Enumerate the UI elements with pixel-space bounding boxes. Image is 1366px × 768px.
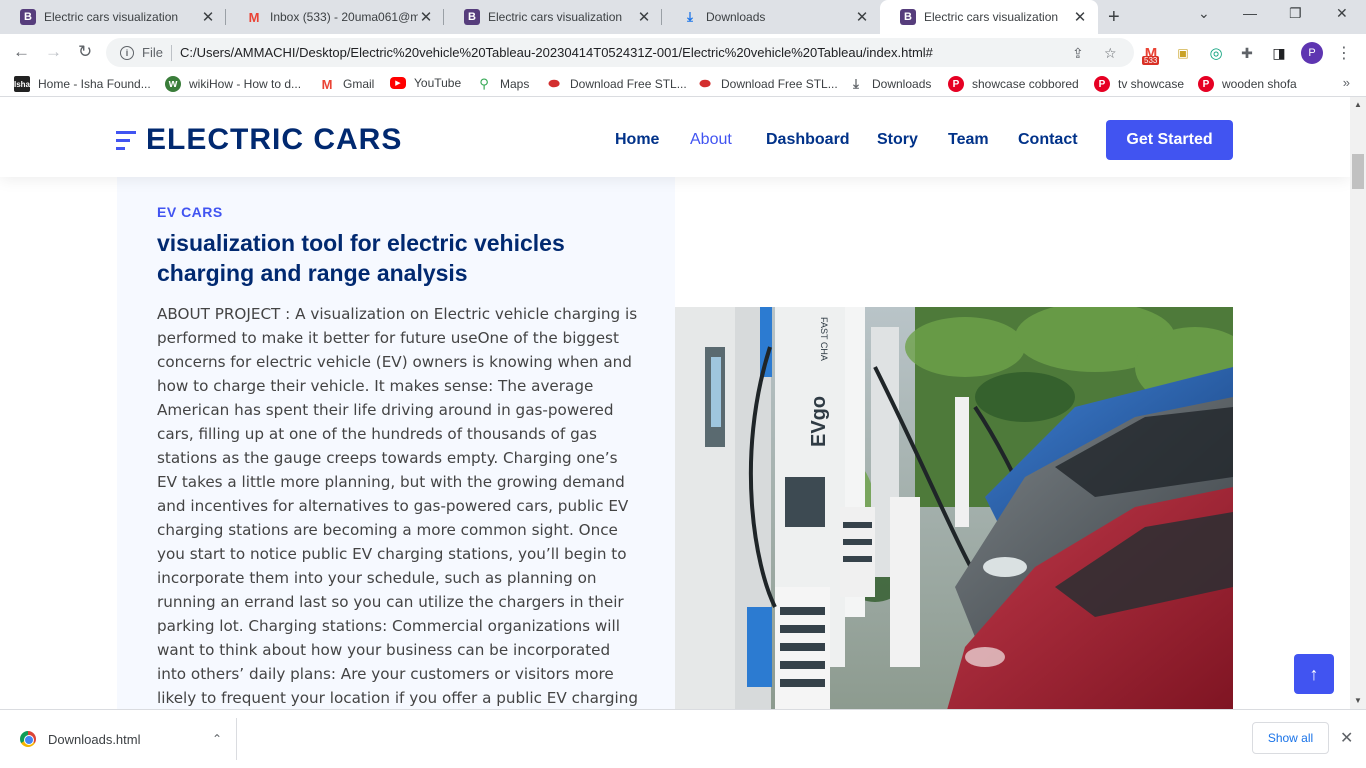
logo-mark-icon [116, 127, 138, 153]
site-logo[interactable]: ELECTRIC CARS [116, 123, 402, 157]
tab-title: Electric cars visualization [924, 10, 1059, 24]
pinterest-icon: P [948, 76, 964, 92]
menu-icon[interactable]: ⋮ [1334, 43, 1354, 63]
section-tag: EV CARS [157, 204, 223, 220]
side-panel-icon[interactable]: ◨ [1269, 43, 1289, 63]
wikihow-icon: w [165, 76, 181, 92]
bookmark-stl-2[interactable]: ⬬ Download Free STL... [697, 76, 837, 92]
download-icon: ⤓ [687, 9, 693, 24]
stl-icon: ⬬ [699, 76, 711, 91]
gmail-icon: M [321, 76, 333, 92]
restore-icon[interactable]: ❐ [1289, 5, 1302, 22]
close-icon[interactable]: ✕ [636, 8, 652, 26]
site-header: ELECTRIC CARS Home About Dashboard Story… [0, 97, 1350, 177]
isha-icon: Isha [14, 76, 30, 92]
chevron-right-icon[interactable]: » [1343, 75, 1350, 90]
youtube-icon: ▶ [390, 77, 406, 89]
tab-strip: B Electric cars visualization ✕ M Inbox … [0, 0, 1366, 34]
reload-icon[interactable]: ↻ [78, 42, 92, 62]
stl-icon: ⬬ [548, 76, 560, 91]
url-text[interactable]: C:/Users/AMMACHI/Desktop/Electric%20vehi… [180, 45, 933, 60]
share-icon[interactable]: ⇪ [1072, 45, 1084, 62]
ev-charging-illustration: EVgo FAST CHA [675, 307, 1233, 709]
bootstrap-icon: B [20, 9, 36, 25]
get-started-button[interactable]: Get Started [1106, 120, 1233, 160]
web-page: ELECTRIC CARS Home About Dashboard Story… [0, 97, 1350, 709]
bookmark-showcase[interactable]: P showcase cobbored [948, 76, 1079, 92]
minimize-icon[interactable]: — [1243, 5, 1257, 21]
avatar[interactable]: P [1301, 42, 1323, 64]
tab-title: Downloads [706, 10, 766, 24]
download-icon: ⤓ [853, 76, 859, 91]
browser-toolbar: ← → ↻ i File C:/Users/AMMACHI/Desktop/El… [0, 34, 1366, 71]
download-shelf: Downloads.html ⌃ Show all ✕ [0, 709, 1366, 768]
bookmark-youtube[interactable]: ▶ YouTube [390, 76, 461, 90]
close-icon[interactable]: ✕ [418, 8, 434, 26]
back-icon[interactable]: ← [13, 42, 30, 62]
close-icon[interactable]: ✕ [200, 8, 216, 26]
bookmark-stl-1[interactable]: ⬬ Download Free STL... [546, 76, 686, 92]
bookmark-wikihow[interactable]: w wikiHow - How to d... [165, 76, 301, 92]
info-icon[interactable]: i [120, 45, 134, 60]
show-all-button[interactable]: Show all [1252, 722, 1329, 754]
bookmark-maps[interactable]: ⚲ Maps [476, 76, 529, 92]
bookmark-downloads[interactable]: ⤓ Downloads [848, 76, 931, 92]
new-tab-icon[interactable]: + [1108, 6, 1120, 29]
scroll-down-arrow-icon[interactable]: ▼ [1354, 696, 1362, 705]
chevron-up-icon[interactable]: ⌃ [212, 732, 222, 746]
download-filename: Downloads.html [48, 731, 141, 747]
bookmark-isha[interactable]: Isha Home - Isha Found... [14, 76, 151, 92]
arrow-up-icon: ↑ [1309, 663, 1319, 684]
nav-contact[interactable]: Contact [1018, 131, 1078, 149]
fast-charge-text: FAST CHA [819, 317, 829, 361]
scrollbar-thumb[interactable] [1352, 154, 1364, 189]
pinterest-icon: P [1094, 76, 1110, 92]
about-heading: visualization tool for electric vehicles… [157, 230, 565, 286]
nav-about[interactable]: About [690, 131, 732, 149]
tab-title: Inbox (533) - 20uma061@ms [270, 10, 418, 24]
tab-title: Electric cars visualization [488, 10, 623, 24]
chrome-icon [20, 731, 36, 747]
tab-title: Electric cars visualization [44, 10, 179, 24]
forward-icon[interactable]: → [45, 42, 62, 62]
tab-3[interactable]: B Electric cars visualization ✕ [444, 0, 662, 34]
tab-4[interactable]: ⤓ Downloads ✕ [662, 0, 880, 34]
bootstrap-icon: B [900, 9, 916, 25]
gmail-icon: M [248, 9, 260, 25]
nav-story[interactable]: Story [877, 131, 918, 149]
pinterest-icon: P [1198, 76, 1214, 92]
bootstrap-icon: B [464, 9, 480, 25]
nav-home[interactable]: Home [615, 131, 659, 149]
close-window-icon[interactable]: ✕ [1336, 5, 1348, 22]
tab-1[interactable]: B Electric cars visualization ✕ [0, 0, 226, 34]
logo-text: ELECTRIC CARS [146, 123, 403, 156]
download-item[interactable]: Downloads.html ⌃ [10, 718, 237, 760]
chevron-down-icon[interactable]: ⌄ [1198, 5, 1210, 22]
nav-dashboard[interactable]: Dashboard [766, 131, 850, 149]
tab-5-active[interactable]: B Electric cars visualization ✕ [880, 0, 1098, 34]
gmail-badge: 533 [1142, 56, 1160, 65]
grammar-extension-icon[interactable]: ◎ [1206, 43, 1226, 63]
close-icon[interactable]: ✕ [1072, 8, 1088, 26]
star-icon[interactable]: ☆ [1104, 45, 1117, 62]
maps-icon: ⚲ [479, 76, 489, 91]
photos-extension-icon[interactable]: ▣ [1173, 43, 1193, 63]
bookmark-tv-showcase[interactable]: P tv showcase [1094, 76, 1184, 92]
puzzle-icon[interactable]: ✚ [1237, 43, 1257, 63]
bookmark-gmail[interactable]: M Gmail [319, 76, 375, 92]
bookmark-wooden-shofa[interactable]: P wooden shofa [1198, 76, 1297, 92]
about-body: ABOUT PROJECT : A visualization on Elect… [157, 305, 638, 707]
close-icon[interactable]: ✕ [1340, 728, 1353, 748]
bookmarks-bar: Isha Home - Isha Found... w wikiHow - Ho… [0, 71, 1366, 97]
tab-2[interactable]: M Inbox (533) - 20uma061@ms ✕ [226, 0, 444, 34]
scroll-up-arrow-icon[interactable]: ▲ [1354, 100, 1362, 109]
back-to-top-button[interactable]: ↑ [1294, 654, 1334, 694]
close-icon[interactable]: ✕ [854, 8, 870, 26]
scheme-label: File [142, 45, 163, 60]
ev-charging-photo: EVgo FAST CHA [675, 307, 1233, 709]
evgo-brand-text: EVgo [808, 396, 830, 447]
address-bar[interactable]: i File C:/Users/AMMACHI/Desktop/Electric… [106, 38, 1134, 67]
nav-team[interactable]: Team [948, 131, 989, 149]
